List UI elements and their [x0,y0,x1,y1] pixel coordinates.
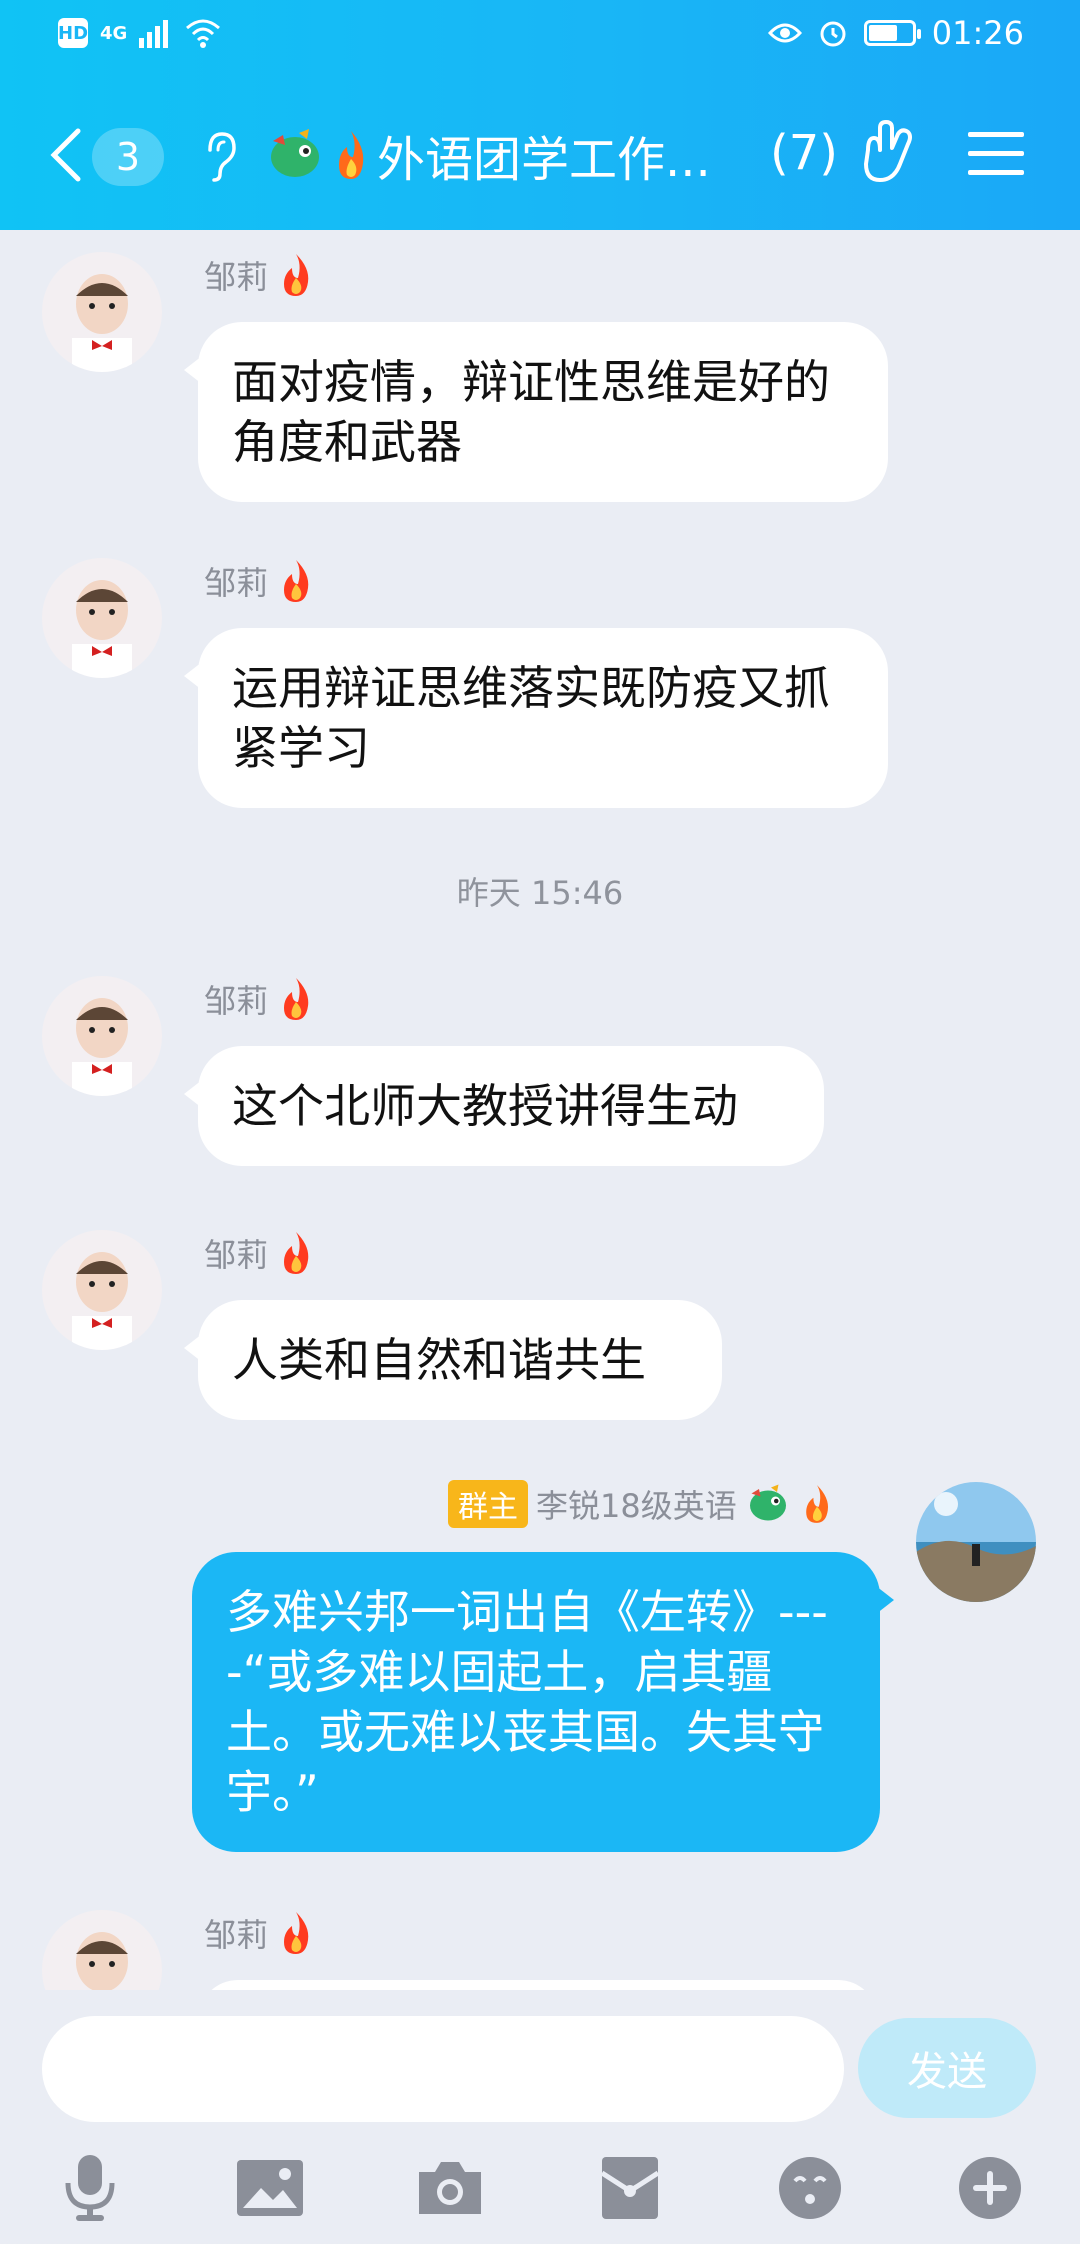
battery-icon [863,20,921,46]
avatar[interactable] [916,1482,1036,1602]
sender-name: 邹莉 [204,1230,316,1276]
clock: 01:26 [931,14,1024,52]
more-button[interactable] [950,2148,1030,2228]
avatar[interactable] [42,1230,162,1350]
status-bar: HD 4G 01:26 [0,0,1080,80]
fire-icon [284,978,309,1020]
dragon-icon [749,1484,786,1521]
signal-icon [139,20,169,48]
fire-icon [284,560,309,602]
message-bubble-own[interactable]: 多难兴邦一词出自《左转》----“或多难以固起土，启其疆土。或无难以丧其国。失其… [192,1552,894,1852]
message-bubble[interactable]: 面对疫情，辩证性思维是好的角度和武器 [184,322,888,502]
sender-name: 邹莉 [204,976,316,1022]
fire-icon [805,1485,828,1523]
network-type: 4G [100,22,128,44]
alarm-icon [820,21,846,47]
unread-count-badge[interactable]: 3 [92,128,164,186]
wifi-icon [186,19,221,48]
fire-icon [284,254,309,296]
fire-icon [284,1232,309,1274]
composer: 发送 [0,1990,1080,2244]
member-count[interactable]: (7) [770,125,838,181]
hd-indicator: HD [58,18,88,48]
avatar[interactable] [42,976,162,1096]
emoji-icon [779,2157,841,2219]
message-bubble[interactable]: 人类和自然和谐共生 [184,1300,722,1420]
fire-icon [339,131,364,179]
fire-icon [284,1912,309,1954]
menu-icon[interactable] [968,130,1024,178]
red-packet-button[interactable] [590,2148,670,2228]
message-bubble[interactable] [198,1980,878,1990]
timestamp: 昨天 15:46 [456,874,624,912]
sender-name: 李锐18级英语 [536,1487,737,1525]
avatar[interactable] [42,1910,162,1990]
title-bar: 3 外语团学工作... (7) [0,100,1080,210]
owner-badge: 群主 [448,1480,528,1528]
voice-button[interactable] [50,2148,130,2228]
message-list[interactable]: 邹莉 面对疫情，辩证性思维是好的角度和武器 邹莉 运用辩证思维落实既防疫又抓紧学… [0,230,1080,1990]
image-button[interactable] [230,2148,310,2228]
mic-icon [65,2155,115,2221]
ear-icon[interactable] [200,130,240,182]
emoji-button[interactable] [770,2148,850,2228]
hand-gesture-icon[interactable] [858,120,918,184]
chat-title[interactable]: 外语团学工作... [377,120,711,190]
camera-icon [419,2162,481,2214]
avatar[interactable] [42,252,162,372]
header: HD 4G 01:26 3 外语团学工作... (7) [0,0,1080,230]
sender-name: 邹莉 [204,558,316,604]
eye-icon [767,23,802,43]
sender-name: 邹莉 [204,1910,316,1956]
plus-icon [959,2157,1021,2219]
send-button[interactable]: 发送 [858,2018,1036,2118]
avatar[interactable] [42,558,162,678]
red-packet-icon [600,2157,660,2219]
camera-button[interactable] [410,2148,490,2228]
message-bubble[interactable]: 这个北师大教授讲得生动 [184,1046,824,1166]
dragon-icon [271,129,319,177]
chevron-left-icon [50,128,81,182]
sender-name-row: 群主 李锐18级英语 [448,1480,835,1528]
image-icon [237,2160,303,2216]
sender-name: 邹莉 [204,252,316,298]
message-bubble[interactable]: 运用辩证思维落实既防疫又抓紧学习 [184,628,888,808]
message-input[interactable] [42,2016,844,2122]
